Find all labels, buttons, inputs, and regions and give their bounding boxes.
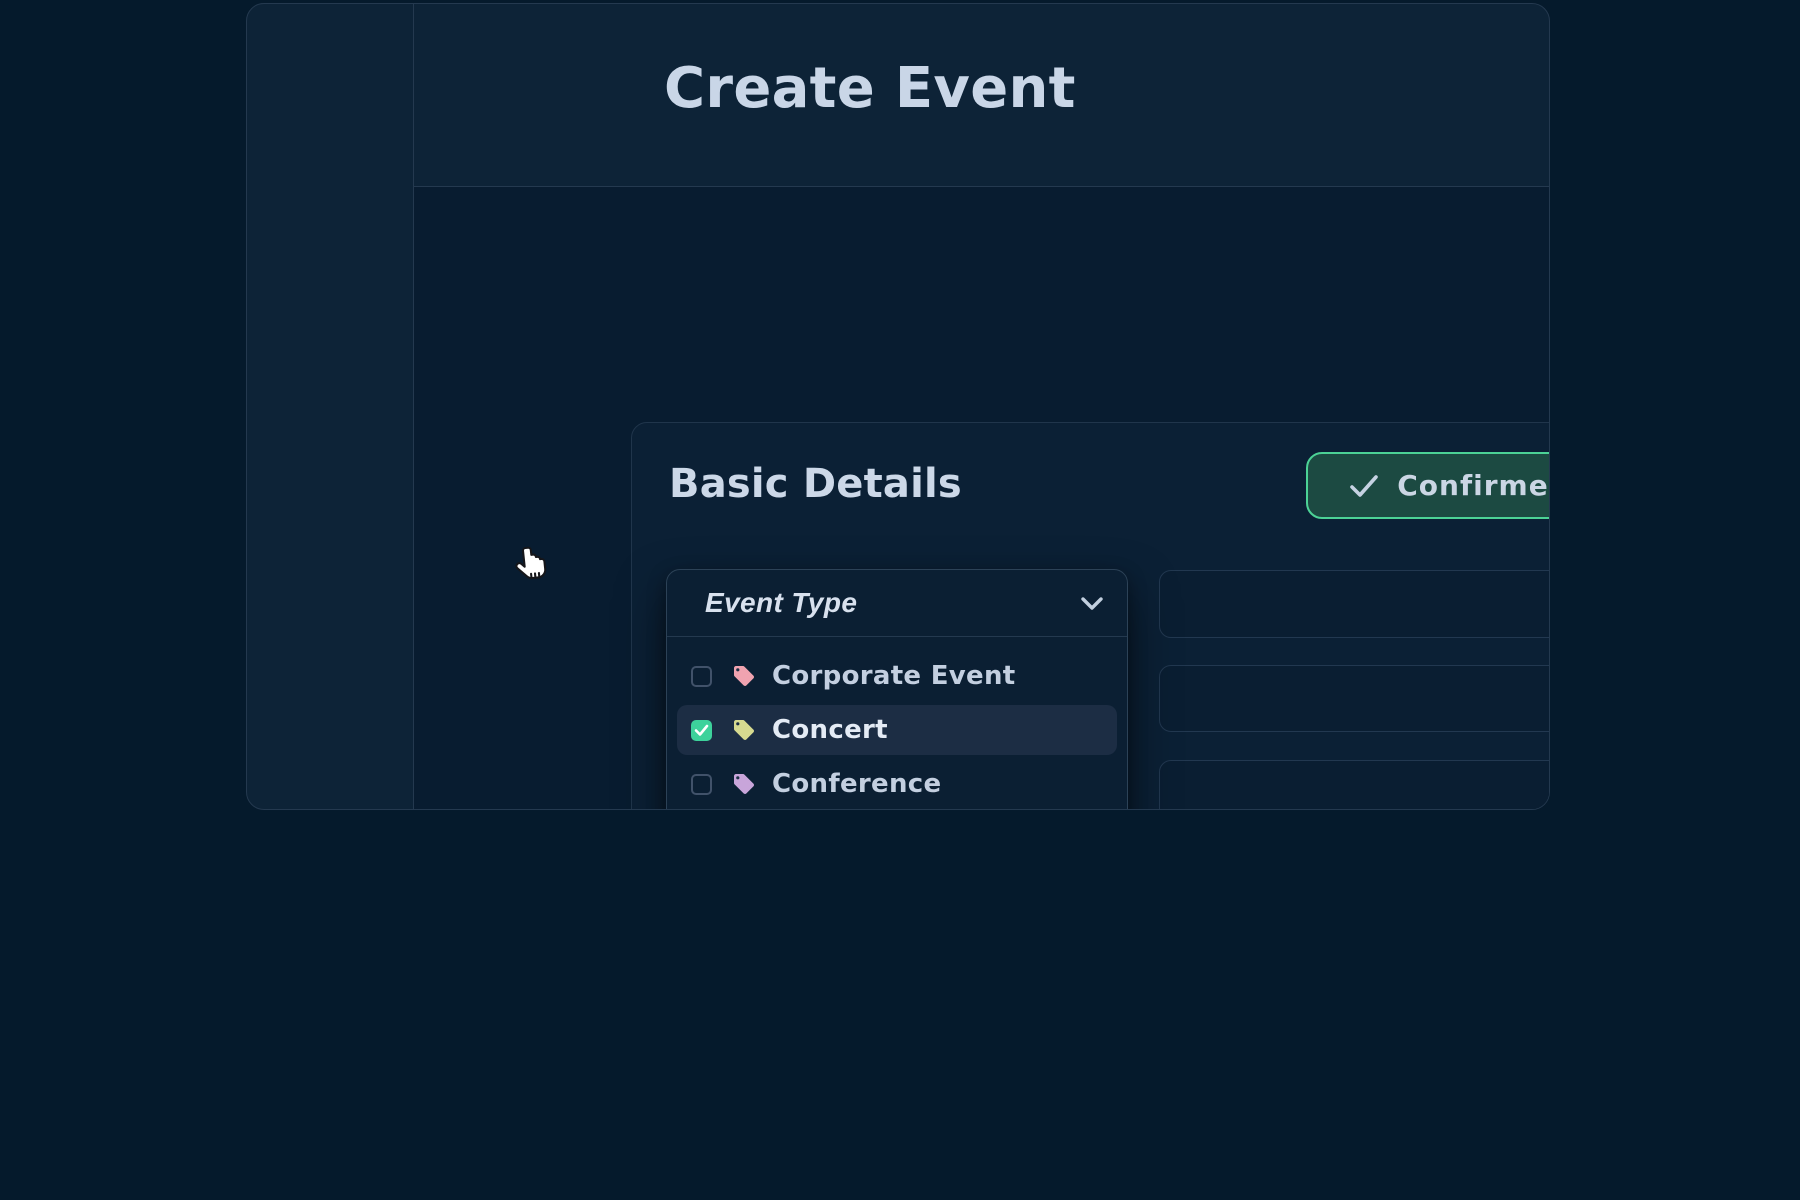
option-label: Concert xyxy=(772,715,888,745)
page-title: Create Event xyxy=(664,58,1076,120)
checkbox-checked[interactable] xyxy=(691,720,712,741)
empty-input-field[interactable] xyxy=(1159,760,1550,810)
event-type-select-label: Event Type xyxy=(705,587,857,619)
card-title: Basic Details xyxy=(669,461,962,507)
page-header: Create Event xyxy=(414,4,1549,187)
check-icon xyxy=(694,724,709,737)
option-conference[interactable]: Conference xyxy=(677,759,1117,809)
empty-input-field[interactable] xyxy=(1159,665,1550,732)
event-type-dropdown: Event Type Corporate Event xyxy=(666,569,1128,810)
empty-input-field[interactable] xyxy=(1159,570,1550,638)
option-corporate-event[interactable]: Corporate Event xyxy=(677,651,1117,701)
confirmed-badge[interactable]: Confirmed xyxy=(1306,452,1550,519)
event-type-options: Corporate Event Concert xyxy=(667,637,1127,809)
checkbox-unchecked[interactable] xyxy=(691,666,712,687)
app-window: Create Event Basic Details Confirmed Eve… xyxy=(246,3,1550,810)
checkbox-unchecked[interactable] xyxy=(691,774,712,795)
chevron-down-icon xyxy=(1081,597,1103,610)
confirmed-badge-label: Confirmed xyxy=(1397,469,1550,502)
option-label: Corporate Event xyxy=(772,661,1016,691)
check-icon xyxy=(1349,474,1379,498)
hand-pointer-cursor-icon xyxy=(511,542,553,588)
content-area: Basic Details Confirmed Event Type xyxy=(414,187,1550,810)
option-label: Conference xyxy=(772,769,941,799)
option-concert[interactable]: Concert xyxy=(677,705,1117,755)
tag-icon xyxy=(732,718,756,742)
event-type-select[interactable]: Event Type xyxy=(667,570,1127,637)
sidebar xyxy=(247,4,414,809)
tag-icon xyxy=(732,772,756,796)
tag-icon xyxy=(732,664,756,688)
